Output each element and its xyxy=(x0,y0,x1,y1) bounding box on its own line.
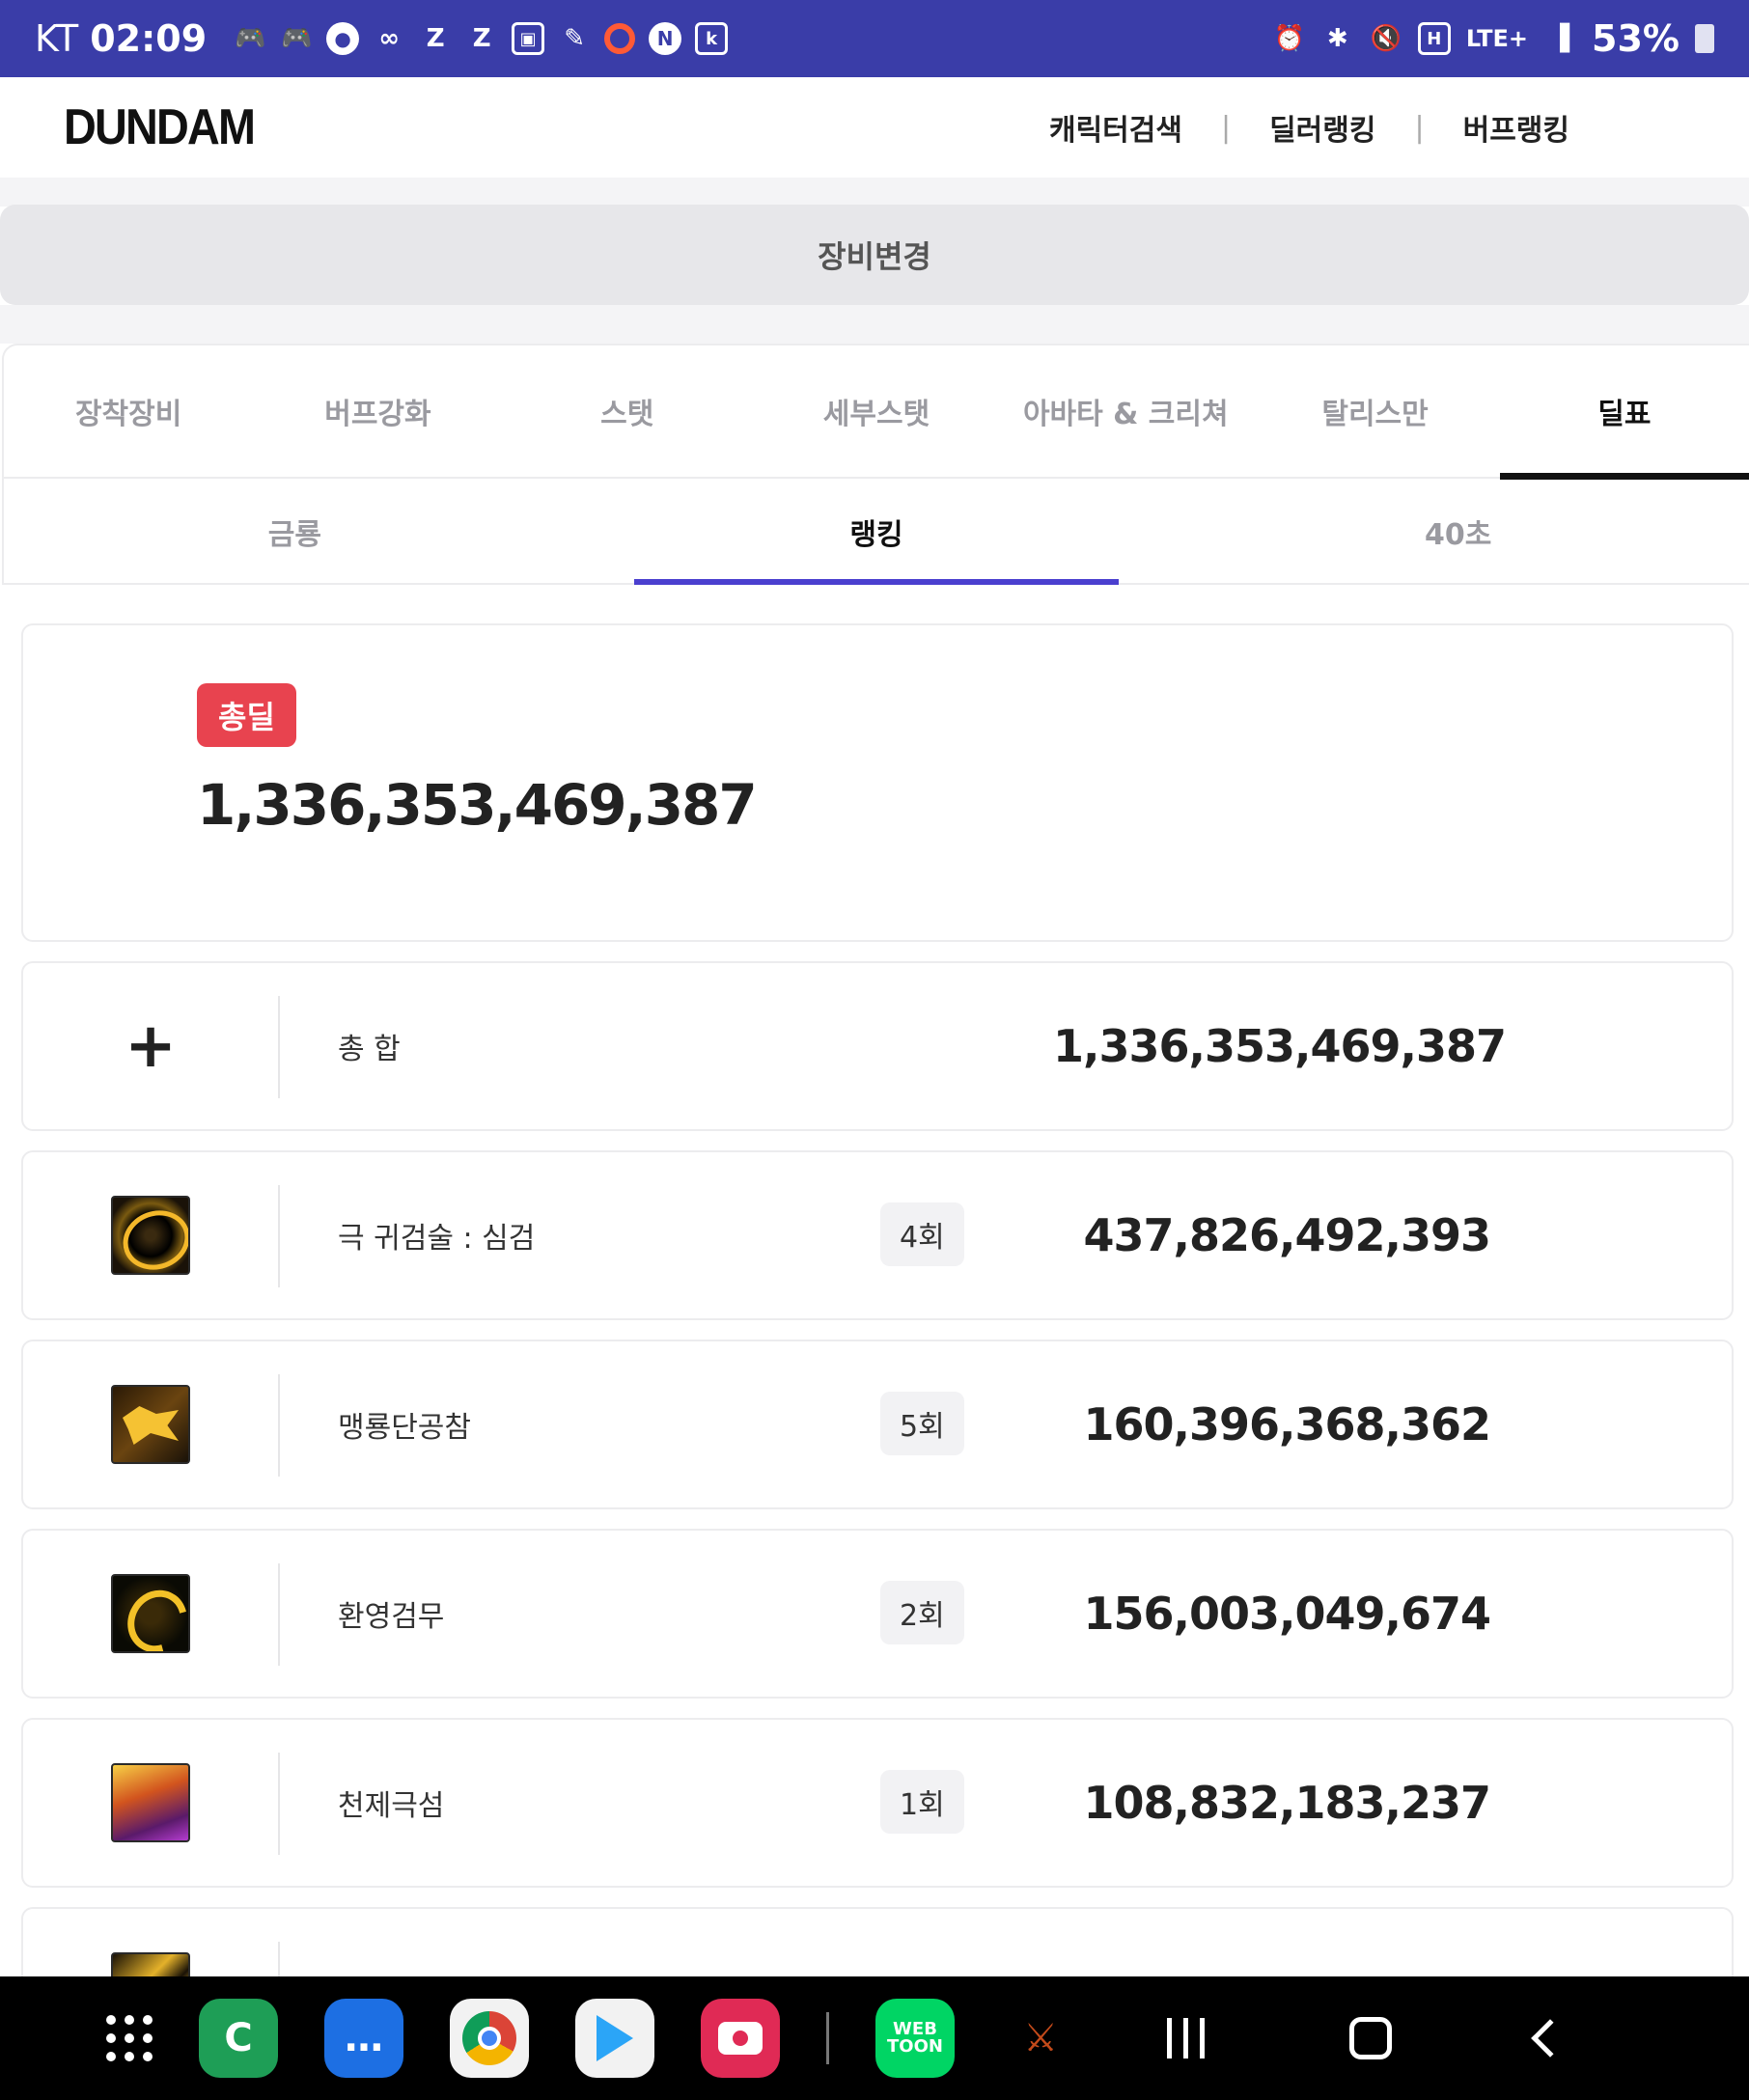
battery-icon xyxy=(1695,24,1714,53)
clock: 02:09 xyxy=(90,17,208,60)
divider xyxy=(278,1563,280,1666)
naver-icon: N xyxy=(649,22,682,55)
skill-damage: 156,003,049,674 xyxy=(1083,1588,1491,1640)
site-header: DUNDAM 캐릭터검색 | 딜러랭킹 | 버프랭킹 xyxy=(0,77,1749,178)
divider xyxy=(278,1942,280,1976)
cast-count-badge: 5회 xyxy=(880,1392,964,1455)
skill-name: 총 합 xyxy=(338,1033,401,1066)
divider xyxy=(278,1374,280,1477)
messages-app-icon[interactable]: … xyxy=(324,1999,403,2078)
flash-skill-icon xyxy=(111,1763,190,1842)
cast-count-badge: 2회 xyxy=(880,1581,964,1644)
game-controller-icon: 🎮 xyxy=(280,24,313,53)
table-row[interactable]: 극 귀검술 : 심검 4회 437,826,492,393 xyxy=(21,1150,1734,1320)
spacer xyxy=(0,178,1749,207)
tab-detail-stats[interactable]: 세부스탯 xyxy=(752,345,1001,477)
kt-icon: k xyxy=(695,22,729,55)
site-logo[interactable]: DUNDAM xyxy=(64,98,256,156)
table-row-total[interactable]: + 총 합 1,336,353,469,387 xyxy=(21,961,1734,1131)
tab-buff-enhance[interactable]: 버프강화 xyxy=(253,345,502,477)
status-bar: KT 02:09 🎮 🎮 ● ∞ Z Z ▣ ✎ N k ⏰ ✱ 🔇 H LTE… xyxy=(0,0,1749,77)
total-damage-value: 1,336,353,469,387 xyxy=(197,772,758,838)
z-app-icon: Z xyxy=(426,24,445,53)
system-nav-bar: C … WEB TOON ⚔ xyxy=(0,1976,1749,2100)
nav-separator: | xyxy=(1220,110,1232,145)
subtab-golden-dragon[interactable]: 금룡 xyxy=(4,481,586,583)
carrier-label: KT xyxy=(35,17,79,60)
play-store-icon[interactable] xyxy=(575,1999,654,2078)
cast-count-badge: 4회 xyxy=(880,1202,964,1266)
nav-separator: | xyxy=(1414,110,1425,145)
game-controller-icon: 🎮 xyxy=(234,24,266,53)
camera-app-icon[interactable] xyxy=(701,1999,780,2078)
back-button[interactable] xyxy=(1531,2019,1569,2058)
sword-skill-icon xyxy=(111,1196,190,1275)
cast-count-badge: 1회 xyxy=(880,1770,964,1834)
top-nav: 캐릭터검색 | 딜러랭킹 | 버프랭킹 xyxy=(1049,106,1569,149)
skill-damage: 437,826,492,393 xyxy=(1083,1209,1491,1261)
app-drawer-icon[interactable] xyxy=(106,2015,153,2061)
sub-tabs: 금룡 랭킹 40초 xyxy=(4,481,1749,586)
talk-icon: ● xyxy=(326,22,360,55)
divider xyxy=(278,1185,280,1287)
spacer xyxy=(0,305,1749,344)
nav-character-search[interactable]: 캐릭터검색 xyxy=(1049,106,1182,149)
table-row-partial[interactable] xyxy=(21,1907,1734,1976)
battery-level: 53% xyxy=(1592,17,1680,60)
total-damage-badge: 총딜 xyxy=(197,683,296,747)
infinity-icon: ∞ xyxy=(378,24,400,53)
record-ring-icon xyxy=(604,23,636,54)
signal-icon: ▐ xyxy=(1550,24,1570,53)
chrome-app-icon[interactable] xyxy=(450,1999,529,2078)
divider xyxy=(278,1753,280,1855)
bluetooth-icon: ✱ xyxy=(1326,24,1348,53)
subtab-ranking[interactable]: 랭킹 xyxy=(586,481,1168,586)
skill-name: 천제극섬 xyxy=(338,1789,445,1823)
webtoon-app-icon[interactable]: WEB TOON xyxy=(875,1999,955,2078)
tab-equipped-gear[interactable]: 장착장비 xyxy=(4,345,253,477)
phone-app-icon[interactable]: C xyxy=(199,1999,278,2078)
skill-name: 극 귀검술 : 심검 xyxy=(338,1222,536,1256)
table-row[interactable]: 환영검무 2회 156,003,049,674 xyxy=(21,1529,1734,1699)
dock-divider xyxy=(826,2012,829,2064)
damage-content: 총딜 1,336,353,469,387 + 총 합 1,336,353,469… xyxy=(0,585,1749,1976)
total-damage-card: 총딜 1,336,353,469,387 xyxy=(21,623,1734,942)
table-row[interactable]: 천제극섬 1회 108,832,183,237 xyxy=(21,1718,1734,1888)
skill-damage: 1,336,353,469,387 xyxy=(1053,1020,1507,1072)
tab-stats[interactable]: 스탯 xyxy=(503,345,752,477)
mute-icon: 🔇 xyxy=(1370,24,1402,53)
expand-cell[interactable]: + xyxy=(23,963,278,1129)
nav-buff-ranking[interactable]: 버프랭킹 xyxy=(1463,106,1569,149)
image-icon: ▣ xyxy=(512,22,545,55)
hd-voice-icon: H xyxy=(1417,22,1451,55)
change-equipment-button[interactable]: 장비변경 xyxy=(0,205,1749,305)
dragon-skill-icon xyxy=(111,1385,190,1464)
plus-icon[interactable]: + xyxy=(125,1010,177,1082)
skill-damage: 160,396,368,362 xyxy=(1083,1398,1491,1451)
subtab-40-seconds[interactable]: 40초 xyxy=(1167,481,1749,583)
tab-talisman[interactable]: 탈리스만 xyxy=(1250,345,1499,477)
table-row[interactable]: 맹룡단공참 5회 160,396,368,362 xyxy=(21,1340,1734,1509)
skill-damage: 108,832,183,237 xyxy=(1083,1777,1491,1829)
dungeon-fighter-app-icon[interactable]: ⚔ xyxy=(1001,1999,1080,2078)
tab-damage-table[interactable]: 딜표 xyxy=(1499,345,1749,480)
nav-dealer-ranking[interactable]: 딜러랭킹 xyxy=(1269,106,1375,149)
network-type: LTE+ xyxy=(1465,25,1529,52)
divider xyxy=(278,996,280,1098)
skill-name: 맹룡단공참 xyxy=(338,1411,471,1445)
skill-name: 환영검무 xyxy=(338,1600,445,1634)
main-tabs: 장착장비 버프강화 스탯 세부스탯 아바타 & 크리쳐 탈리스만 딜표 xyxy=(4,345,1749,480)
z-app-icon: Z xyxy=(472,24,491,53)
feather-icon: ✎ xyxy=(564,24,586,53)
recents-button[interactable] xyxy=(1167,2018,1205,2059)
tabs-card: 장착장비 버프강화 스탯 세부스탯 아바타 & 크리쳐 탈리스만 딜표 금룡 랭… xyxy=(2,344,1749,586)
home-button[interactable] xyxy=(1349,2017,1392,2059)
phantom-sword-skill-icon xyxy=(111,1574,190,1653)
alarm-icon: ⏰ xyxy=(1273,24,1306,53)
tab-avatar-creature[interactable]: 아바타 & 크리쳐 xyxy=(1001,345,1250,477)
slash-skill-icon xyxy=(111,1952,190,1976)
